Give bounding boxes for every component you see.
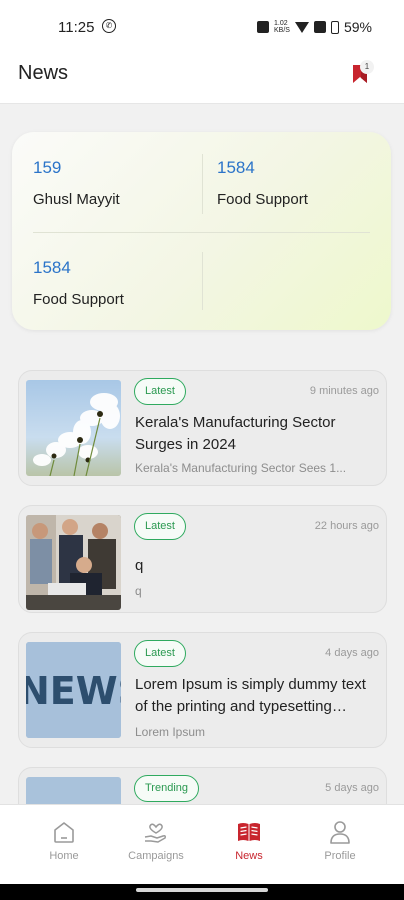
bookmark-count-badge: 1 xyxy=(360,60,374,74)
news-tag: Trending xyxy=(134,775,200,802)
page-title: News xyxy=(18,62,69,84)
news-subtitle: Kerala's Manufacturing Sector Sees 1... xyxy=(135,461,347,475)
flowers-image xyxy=(33,393,120,476)
news-subtitle: q xyxy=(135,584,142,598)
news-title: Lorem Ipsum is simply dummy text of the … xyxy=(135,676,366,715)
news-card[interactable]: NEWS Latest 4 days ago Lorem Ipsum is si… xyxy=(18,632,387,748)
network-speed: 1.02 KB/S xyxy=(274,20,290,34)
divider xyxy=(33,232,370,233)
bookmark-button[interactable]: 1 xyxy=(350,60,376,86)
bottom-navigation: Home Campaigns News Profile xyxy=(0,804,404,884)
status-bar: 11:25 ✆ 1.02 KB/S 59% xyxy=(0,0,404,52)
campaigns-icon xyxy=(144,823,166,843)
news-subtitle: Lorem Ipsum xyxy=(135,725,206,739)
nav-item-news[interactable]: News xyxy=(211,819,287,862)
app-header: News 1 xyxy=(0,52,404,104)
profile-icon xyxy=(330,821,350,844)
news-card[interactable]: Latest 22 hours ago q q xyxy=(18,505,387,613)
divider xyxy=(202,252,203,310)
stat-value: 1584 xyxy=(217,158,255,177)
stat-label: Food Support xyxy=(217,191,308,208)
battery-icon xyxy=(330,20,339,34)
nav-label: Campaigns xyxy=(128,850,184,862)
stat-label: Ghusl Mayyit xyxy=(33,191,120,208)
wifi-icon xyxy=(294,21,309,33)
nav-label: News xyxy=(235,850,263,862)
svg-text:NEWS: NEWS xyxy=(26,669,121,713)
divider xyxy=(202,154,203,214)
vibrate-icon xyxy=(257,21,270,33)
news-tag: Latest xyxy=(134,513,186,540)
news-icon xyxy=(238,823,260,841)
news-time: 4 days ago xyxy=(325,647,379,659)
status-time: 11:25 xyxy=(58,19,95,36)
stat-value: 159 xyxy=(33,158,62,177)
stat-item: 159 Ghusl Mayyit xyxy=(33,158,120,208)
news-card[interactable]: Latest 9 minutes ago Kerala's Manufactur… xyxy=(18,370,387,486)
stat-value: 1584 xyxy=(33,258,71,277)
news-thumbnail xyxy=(26,515,121,610)
app-screen: 11:25 ✆ 1.02 KB/S 59% News 1 159 Ghusl M… xyxy=(0,0,404,884)
signal-icon xyxy=(313,21,326,33)
news-title: Kerala's Manufacturing Sector Surges in … xyxy=(135,414,336,453)
nav-item-campaigns[interactable]: Campaigns xyxy=(118,819,194,862)
news-time: 5 days ago xyxy=(325,782,379,794)
stat-label: Food Support xyxy=(33,291,124,308)
home-icon xyxy=(54,822,74,843)
news-tag: Latest xyxy=(134,378,186,405)
nav-label: Home xyxy=(49,850,79,862)
stat-item: 1584 Food Support xyxy=(33,258,124,308)
stat-item: 1584 Food Support xyxy=(217,158,308,208)
news-thumbnail xyxy=(26,380,121,476)
news-title: q xyxy=(135,557,144,574)
nav-label: Profile xyxy=(324,850,356,862)
stats-card: 159 Ghusl Mayyit 1584 Food Support 1584 … xyxy=(12,132,391,330)
battery-percent: 59% xyxy=(343,19,372,35)
news-graphic-image: NEWS xyxy=(26,642,121,738)
news-time: 22 hours ago xyxy=(314,520,379,532)
whatsapp-icon: ✆ xyxy=(102,19,116,33)
news-tag: Latest xyxy=(134,640,186,667)
status-icons: 1.02 KB/S 59% xyxy=(257,19,372,35)
people-image xyxy=(26,515,121,610)
news-thumbnail: NEWS xyxy=(26,642,121,738)
gesture-bar[interactable] xyxy=(136,888,268,892)
news-time: 9 minutes ago xyxy=(309,385,379,397)
nav-item-profile[interactable]: Profile xyxy=(302,819,378,862)
nav-item-home[interactable]: Home xyxy=(26,819,102,862)
